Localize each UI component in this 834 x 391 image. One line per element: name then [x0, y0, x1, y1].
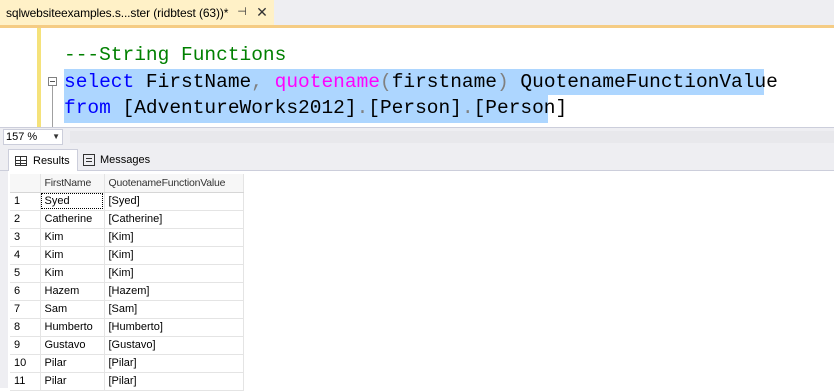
- row-number[interactable]: 9: [10, 336, 41, 355]
- cell-quotename[interactable]: [Syed]: [104, 192, 244, 211]
- row-number[interactable]: 10: [10, 354, 41, 373]
- row-number[interactable]: 4: [10, 246, 41, 265]
- row-number[interactable]: 5: [10, 264, 41, 283]
- row-header-corner[interactable]: [10, 174, 41, 193]
- row-number[interactable]: 8: [10, 318, 41, 337]
- code-line-select: select FirstName, quotename(firstname) Q…: [64, 69, 778, 95]
- cell-firstname[interactable]: Syed: [40, 192, 105, 211]
- cell-quotename[interactable]: [Humberto]: [104, 318, 244, 337]
- table-row[interactable]: 2 Catherine [Catherine]: [10, 210, 244, 229]
- left-paren: (: [379, 71, 392, 93]
- function-quotename: quotename: [262, 71, 380, 93]
- table-row[interactable]: 7 Sam [Sam]: [10, 300, 244, 319]
- cell-quotename[interactable]: [Pilar]: [104, 354, 244, 373]
- zoom-bar: 157 % ▼: [0, 127, 834, 146]
- table-row[interactable]: 11 Pilar [Pilar]: [10, 372, 244, 391]
- column-header-firstname[interactable]: FirstName: [40, 174, 105, 193]
- cell-quotename[interactable]: [Pilar]: [104, 372, 244, 391]
- right-paren: ): [497, 71, 509, 93]
- cell-firstname[interactable]: Catherine: [40, 210, 105, 229]
- row-number[interactable]: 1: [10, 192, 41, 211]
- cell-quotename[interactable]: [Kim]: [104, 228, 244, 247]
- document-tab-title: sqlwebsiteexamples.s...ster (ridbtest (6…: [6, 5, 229, 20]
- chevron-down-icon[interactable]: ▼: [52, 130, 60, 144]
- change-indicator-bar: [37, 28, 41, 127]
- table-row[interactable]: 10 Pilar [Pilar]: [10, 354, 244, 373]
- table-row[interactable]: 5 Kim [Kim]: [10, 264, 244, 283]
- keyword-from: from: [64, 97, 111, 119]
- column-firstname: FirstName: [134, 71, 252, 93]
- column-alias: QuotenameFunctionValue: [508, 71, 778, 93]
- messages-icon: [83, 154, 95, 166]
- grid-icon: [15, 155, 27, 166]
- document-tab[interactable]: sqlwebsiteexamples.s...ster (ridbtest (6…: [0, 0, 274, 25]
- zoom-value: 157 %: [6, 131, 38, 143]
- table-row[interactable]: 3 Kim [Kim]: [10, 228, 244, 247]
- document-tab-strip: sqlwebsiteexamples.s...ster (ridbtest (6…: [0, 0, 834, 28]
- schema-name: [Person]: [368, 97, 462, 119]
- cell-firstname[interactable]: Kim: [40, 228, 105, 247]
- cell-quotename[interactable]: [Gustavo]: [104, 336, 244, 355]
- cell-firstname[interactable]: Humberto: [40, 318, 105, 337]
- cell-firstname[interactable]: Pilar: [40, 372, 105, 391]
- cell-quotename[interactable]: [Kim]: [104, 264, 244, 283]
- dot-separator: .: [356, 97, 369, 119]
- cell-firstname[interactable]: Kim: [40, 246, 105, 265]
- table-name: [Person]: [473, 97, 568, 119]
- query-editor[interactable]: ---String Functions select FirstName, qu…: [0, 28, 834, 127]
- pin-icon[interactable]: ⊣: [236, 5, 248, 19]
- tab-results[interactable]: Results: [8, 149, 78, 171]
- database-name: [AdventureWorks2012]: [110, 97, 357, 119]
- horizontal-scrollbar[interactable]: [70, 131, 834, 143]
- cell-firstname[interactable]: Kim: [40, 264, 105, 283]
- table-row[interactable]: 6 Hazem [Hazem]: [10, 282, 244, 301]
- editor-margin: [0, 28, 36, 127]
- code-line-comment: ---String Functions: [64, 44, 287, 66]
- dot-separator: .: [461, 97, 474, 119]
- tab-messages[interactable]: Messages: [79, 149, 155, 171]
- row-number[interactable]: 11: [10, 372, 41, 391]
- argument-firstname: firstname: [391, 71, 498, 93]
- cell-quotename[interactable]: [Sam]: [104, 300, 244, 319]
- cell-firstname[interactable]: Pilar: [40, 354, 105, 373]
- results-grid-area: FirstName QuotenameFunctionValue 1 Syed [S…: [0, 171, 834, 391]
- table-row[interactable]: 4 Kim [Kim]: [10, 246, 244, 265]
- table-row[interactable]: 9 Gustavo [Gustavo]: [10, 336, 244, 355]
- column-header-quotename[interactable]: QuotenameFunctionValue: [104, 174, 244, 193]
- cell-firstname[interactable]: Hazem: [40, 282, 105, 301]
- tab-results-label: Results: [33, 154, 70, 167]
- comma: ,: [251, 71, 263, 93]
- zoom-select[interactable]: 157 % ▼: [3, 129, 63, 145]
- cell-firstname[interactable]: Gustavo: [40, 336, 105, 355]
- row-number[interactable]: 3: [10, 228, 41, 247]
- cell-quotename[interactable]: [Hazem]: [104, 282, 244, 301]
- outline-line: [52, 86, 53, 127]
- collapse-outline-icon[interactable]: [48, 77, 57, 86]
- row-number[interactable]: 6: [10, 282, 41, 301]
- results-grid: FirstName QuotenameFunctionValue 1 Syed [S…: [10, 174, 244, 391]
- table-row[interactable]: 1 Syed [Syed]: [10, 192, 244, 211]
- row-number[interactable]: 2: [10, 210, 41, 229]
- cell-quotename[interactable]: [Catherine]: [104, 210, 244, 229]
- row-number[interactable]: 7: [10, 300, 41, 319]
- keyword-select: select: [64, 71, 135, 93]
- tab-messages-label: Messages: [100, 154, 151, 166]
- close-icon[interactable]: ✕: [255, 5, 269, 19]
- result-tabs: Results Messages: [0, 146, 834, 171]
- table-row[interactable]: 8 Humberto [Humberto]: [10, 318, 244, 337]
- cell-firstname[interactable]: Sam: [40, 300, 105, 319]
- code-line-from: from [AdventureWorks2012].[Person].[Pers…: [64, 95, 567, 121]
- cell-quotename[interactable]: [Kim]: [104, 246, 244, 265]
